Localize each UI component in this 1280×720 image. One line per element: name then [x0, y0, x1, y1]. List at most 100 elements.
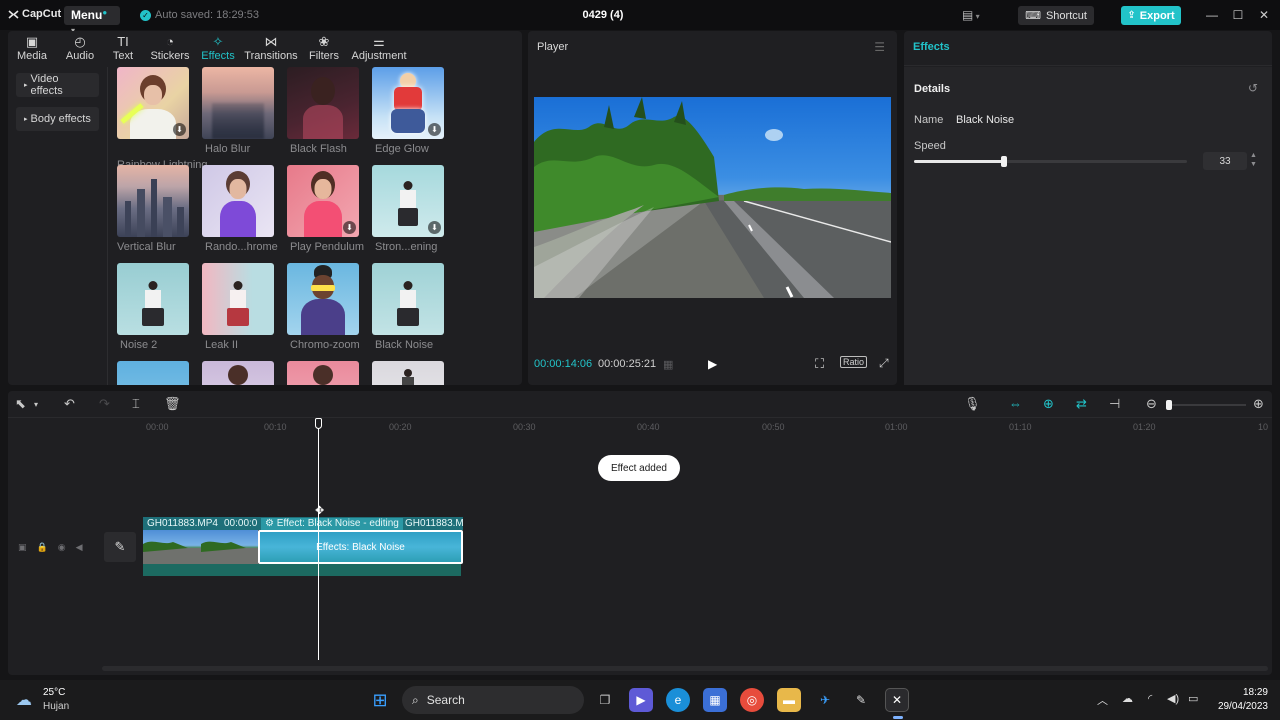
effect-label: Chromo-zoom: [290, 339, 360, 351]
tab-filters[interactable]: ❀ Filters: [304, 31, 344, 65]
capcut-taskbar-icon[interactable]: ✕: [885, 688, 909, 712]
effect-card-chromo-zoom[interactable]: Chromo-zoom: [287, 263, 360, 351]
teams-chat-icon[interactable]: ▶: [629, 688, 653, 712]
effect-card-black-flash[interactable]: Black Flash: [287, 67, 359, 155]
export-button[interactable]: ⇪ Export: [1121, 6, 1181, 25]
clock-date[interactable]: 29/04/2023: [1206, 701, 1268, 712]
speed-input[interactable]: 33: [1203, 152, 1247, 170]
chevron-up-icon[interactable]: ︿: [1097, 692, 1108, 708]
split-icon[interactable]: ⌶: [132, 396, 140, 412]
lock-icon[interactable]: 🔒: [37, 542, 48, 553]
wifi-icon[interactable]: ◜: [1148, 692, 1152, 705]
zoom-slider-handle[interactable]: [1166, 400, 1172, 410]
auto-snapping-icon[interactable]: ⊕: [1043, 396, 1054, 412]
effect-card-strong-sharpening[interactable]: ⬇ Stron...ening: [372, 165, 444, 253]
reset-icon[interactable]: ↺: [1248, 81, 1258, 95]
ratio-button[interactable]: Ratio: [840, 356, 868, 368]
task-view-icon[interactable]: ❐: [593, 688, 617, 712]
download-icon[interactable]: ⬇: [428, 123, 441, 136]
volume-icon[interactable]: ◀): [1167, 692, 1179, 705]
undo-icon[interactable]: ↶: [64, 396, 75, 412]
vpn-app-icon[interactable]: ✈: [813, 688, 837, 712]
increment-icon[interactable]: ▲: [1250, 151, 1257, 160]
zoom-slider[interactable]: [1166, 400, 1246, 410]
layout-button[interactable]: ▤ ▾: [962, 8, 980, 22]
timecode-grid-icon[interactable]: ▦: [663, 358, 673, 371]
shortcut-button[interactable]: ⌨ Shortcut: [1018, 6, 1094, 25]
delete-icon[interactable]: 🗑: [164, 396, 181, 412]
effect-card-halo-blur[interactable]: Halo Blur: [202, 67, 274, 155]
preview-axis-icon[interactable]: ⊣: [1109, 396, 1120, 412]
tab-effects[interactable]: ✧ Effects: [198, 31, 238, 65]
chevron-down-icon[interactable]: ▾: [34, 400, 38, 409]
effect-card-partial[interactable]: [202, 361, 274, 385]
speaker-icon[interactable]: ◀: [76, 542, 83, 553]
effect-clip[interactable]: Effects: Black Noise: [258, 530, 463, 564]
onedrive-icon[interactable]: ☁: [1122, 692, 1133, 705]
weather-desc[interactable]: Hujan: [43, 701, 69, 712]
linkage-icon[interactable]: ⇄: [1076, 396, 1087, 412]
weather-cloud-icon[interactable]: ☁: [16, 690, 32, 710]
hamburger-menu-icon[interactable]: ☰: [874, 40, 885, 54]
effect-card-vertical-blur[interactable]: Vertical Blur: [117, 165, 189, 253]
decrement-icon[interactable]: ▼: [1250, 160, 1257, 169]
store-icon[interactable]: ▦: [703, 688, 727, 712]
effect-label: Play Pendulum: [290, 241, 364, 253]
tab-adjustment[interactable]: ⚌ Adjustment: [344, 31, 414, 65]
effect-card-partial[interactable]: [287, 361, 359, 385]
fullscreen-icon[interactable]: ⤢: [879, 356, 889, 371]
main-track-magnet-icon[interactable]: ⇔: [1009, 396, 1022, 411]
zoom-out-icon[interactable]: ⊖: [1146, 396, 1157, 412]
effect-card-partial[interactable]: [372, 361, 444, 385]
effect-card-black-noise[interactable]: Black Noise: [372, 263, 444, 351]
taskbar-search-box[interactable]: ⌕ Search: [402, 686, 584, 714]
weather-temp[interactable]: 25°C: [43, 687, 65, 698]
download-icon[interactable]: ⬇: [173, 123, 186, 136]
video-clip[interactable]: [143, 530, 258, 564]
effect-card-partial[interactable]: [117, 361, 189, 385]
fit-screen-icon[interactable]: ⛶: [815, 356, 824, 372]
effect-card-random-chrome[interactable]: Rando...hrome: [202, 165, 278, 253]
tab-text[interactable]: TI Text: [104, 31, 142, 65]
sidebar-item-body-effects[interactable]: ▸ Body effects: [16, 107, 99, 131]
speed-slider-handle[interactable]: [1001, 156, 1008, 167]
chrome-icon[interactable]: ◎: [740, 688, 764, 712]
maximize-icon[interactable]: ☐: [1230, 8, 1246, 22]
effect-card-rainbow-lightning[interactable]: ⬇ Rainbow Lightning: [117, 67, 208, 171]
speed-slider[interactable]: [914, 156, 1187, 167]
tab-transitions[interactable]: ⋈ Transitions: [238, 31, 304, 65]
minimize-icon[interactable]: —: [1204, 8, 1220, 22]
microphone-icon[interactable]: 🎙: [964, 396, 981, 412]
cover-icon[interactable]: ▣: [18, 542, 27, 553]
battery-icon[interactable]: ▭: [1188, 692, 1198, 705]
edit-cover-button[interactable]: ✎: [104, 532, 136, 562]
download-icon[interactable]: ⬇: [428, 221, 441, 234]
menu-button[interactable]: Menu● ▾: [64, 6, 120, 35]
clock-time[interactable]: 18:29: [1216, 687, 1268, 698]
close-icon[interactable]: ✕: [1256, 8, 1272, 22]
effect-card-noise-2[interactable]: Noise 2: [117, 263, 189, 351]
edge-browser-icon[interactable]: e: [666, 688, 690, 712]
windows-start-icon[interactable]: ⊞: [368, 688, 392, 712]
effect-card-leak-ii[interactable]: Leak II: [202, 263, 274, 351]
tab-audio[interactable]: ◴ Audio: [56, 31, 104, 65]
video-preview[interactable]: [534, 97, 891, 298]
download-icon[interactable]: ⬇: [343, 221, 356, 234]
play-icon[interactable]: ▶: [708, 357, 717, 371]
move-cursor-icon: ✥: [315, 505, 325, 517]
sidebar-item-video-effects[interactable]: ▸ Video effects: [16, 73, 99, 97]
speed-stepper[interactable]: ▲ ▼: [1250, 151, 1257, 169]
playhead-handle[interactable]: [315, 418, 322, 429]
playhead-line[interactable]: [318, 418, 319, 660]
effect-card-edge-glow[interactable]: ⬇ Edge Glow: [372, 67, 444, 155]
zoom-in-icon[interactable]: ⊕: [1253, 396, 1264, 412]
tab-stickers[interactable]: ◔ Stickers: [142, 31, 198, 65]
tab-label: Audio: [65, 50, 95, 62]
effect-card-play-pendulum[interactable]: ⬇ Play Pendulum: [287, 165, 364, 253]
timeline-scrollbar[interactable]: [102, 666, 1268, 671]
select-tool-icon[interactable]: ⬉: [15, 396, 26, 412]
file-explorer-icon[interactable]: ▬: [777, 688, 801, 712]
tab-media[interactable]: ▣ Media: [8, 31, 56, 65]
notepad-app-icon[interactable]: ✎: [849, 688, 873, 712]
eye-icon[interactable]: ◉: [58, 542, 66, 553]
